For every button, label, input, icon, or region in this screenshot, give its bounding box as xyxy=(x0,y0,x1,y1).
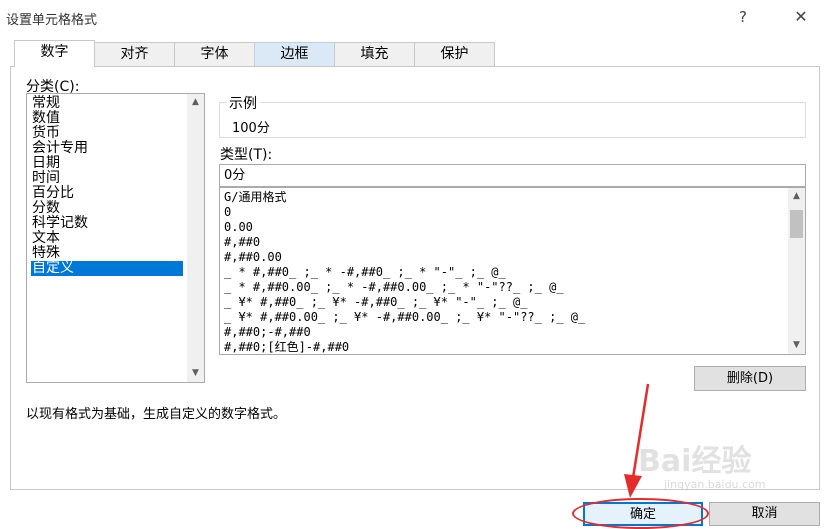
category-item-accounting[interactable]: 会计专用 xyxy=(31,141,183,156)
sample-group xyxy=(219,102,806,138)
format-item[interactable]: #,##0.00 xyxy=(224,250,282,265)
category-item-special[interactable]: 特殊 xyxy=(31,246,183,261)
format-item[interactable]: _ * #,##0.00_ ;_ * -#,##0.00_ ;_ * "-"??… xyxy=(224,280,564,295)
format-item[interactable]: G/通用格式 xyxy=(224,190,286,205)
format-scrollbar[interactable]: ▲ ▼ xyxy=(788,188,805,354)
sample-value: 100分 xyxy=(232,121,270,136)
format-item[interactable]: 0 xyxy=(224,205,231,220)
scroll-thumb[interactable] xyxy=(790,210,803,238)
category-item-text[interactable]: 文本 xyxy=(31,231,183,246)
category-item-scientific[interactable]: 科学记数 xyxy=(31,216,183,231)
category-list[interactable]: 常规 数值 货币 会计专用 日期 时间 百分比 分数 科学记数 文本 特殊 自定… xyxy=(26,93,205,383)
category-item-currency[interactable]: 货币 xyxy=(31,126,183,141)
format-item[interactable]: _ * #,##0_ ;_ * -#,##0_ ;_ * "-"_ ;_ @_ xyxy=(224,265,506,280)
category-scrollbar[interactable]: ▲ ▼ xyxy=(187,94,204,382)
dialog-title: 设置单元格格式 xyxy=(6,13,98,28)
ok-button[interactable]: 确定 xyxy=(583,502,703,526)
format-item[interactable]: _ ¥* #,##0.00_ ;_ ¥* -#,##0.00_ ;_ ¥* "-… xyxy=(224,310,585,325)
category-item-number[interactable]: 数值 xyxy=(31,111,183,126)
format-item[interactable]: #,##0;[红色]-#,##0 xyxy=(224,340,349,354)
category-item-time[interactable]: 时间 xyxy=(31,171,183,186)
format-item[interactable]: #,##0;-#,##0 xyxy=(224,325,311,340)
tab-number[interactable]: 数字 xyxy=(14,40,95,67)
format-list[interactable]: G/通用格式 0 0.00 #,##0 #,##0.00 _ * #,##0_ … xyxy=(219,187,806,355)
tab-fill[interactable]: 填充 xyxy=(334,42,415,66)
title-bar: 设置单元格格式 ? ✕ xyxy=(0,0,827,36)
category-item-general[interactable]: 常规 xyxy=(31,96,183,111)
scroll-up-icon[interactable]: ▲ xyxy=(187,94,204,111)
category-item-fraction[interactable]: 分数 xyxy=(31,201,183,216)
cancel-button[interactable]: 取消 xyxy=(709,502,820,526)
tab-border[interactable]: 边框 xyxy=(254,42,335,66)
type-label: 类型(T): xyxy=(220,147,273,163)
help-button[interactable]: ? xyxy=(729,4,757,30)
format-item[interactable]: #,##0 xyxy=(224,235,260,250)
sample-label: 示例 xyxy=(226,93,260,113)
scroll-down-icon[interactable]: ▼ xyxy=(187,365,204,382)
format-item[interactable]: _ ¥* #,##0_ ;_ ¥* -#,##0_ ;_ ¥* "-"_ ;_ … xyxy=(224,295,527,310)
category-item-custom[interactable]: 自定义 xyxy=(31,261,183,276)
scroll-down-icon[interactable]: ▼ xyxy=(788,337,805,354)
format-item[interactable]: 0.00 xyxy=(224,220,253,235)
category-item-date[interactable]: 日期 xyxy=(31,156,183,171)
scroll-up-icon[interactable]: ▲ xyxy=(788,188,805,205)
type-input[interactable]: 0分 xyxy=(219,164,806,187)
description-text: 以现有格式为基础，生成自定义的数字格式。 xyxy=(26,407,287,422)
category-item-percentage[interactable]: 百分比 xyxy=(31,186,183,201)
delete-button[interactable]: 删除(D) xyxy=(694,366,806,391)
tab-protection[interactable]: 保护 xyxy=(414,42,495,66)
tab-alignment[interactable]: 对齐 xyxy=(94,42,175,66)
close-button[interactable]: ✕ xyxy=(787,4,815,30)
tab-font[interactable]: 字体 xyxy=(174,42,255,66)
